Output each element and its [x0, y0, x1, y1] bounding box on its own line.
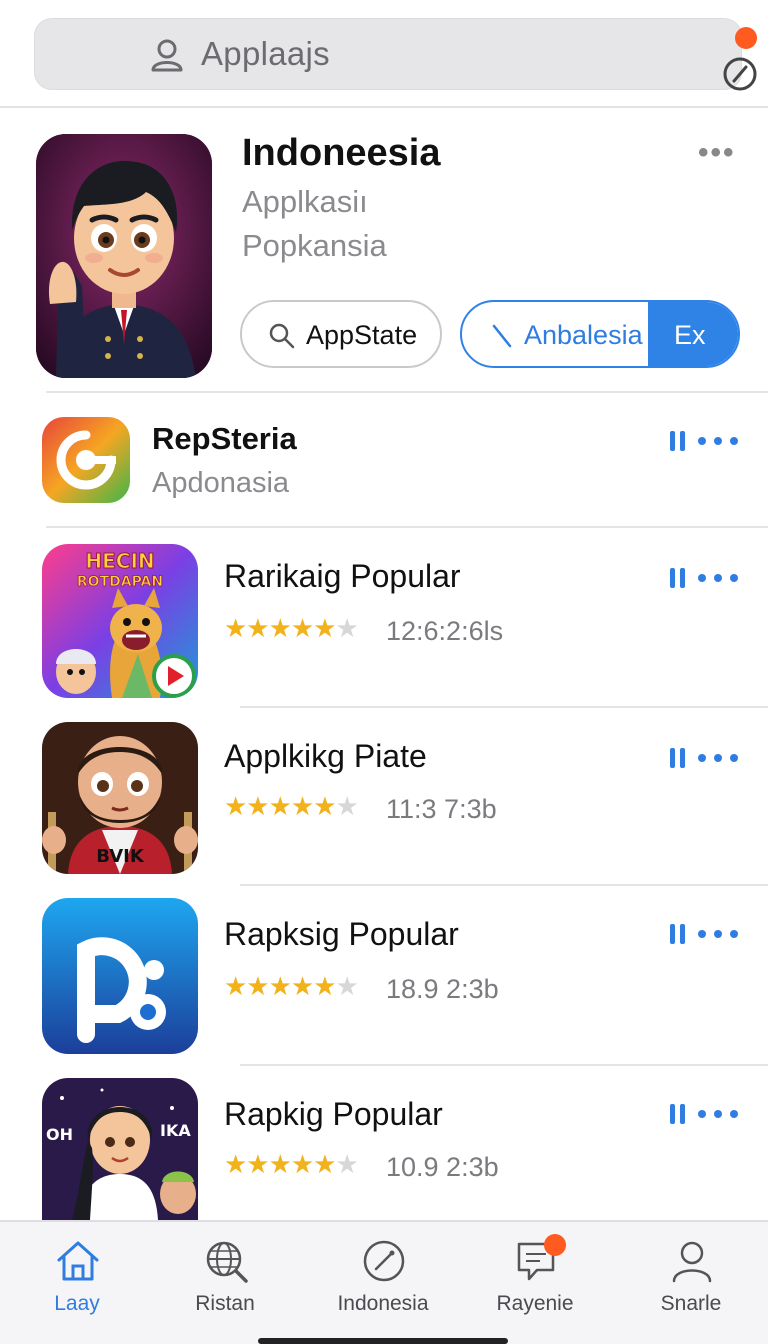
more-options-icon[interactable]: ••• [698, 136, 736, 170]
app-meta: 10.9 2:3b [386, 1152, 499, 1182]
get-button[interactable] [670, 568, 742, 590]
person-icon [151, 39, 183, 72]
star-rating: ★★★★★★ [224, 792, 359, 822]
app-icon: OH IKA [42, 1078, 198, 1220]
star-rating: ★★★★★★ [224, 1150, 359, 1180]
person-icon [672, 1241, 712, 1283]
app-title: Rarikaig Popular [224, 558, 461, 594]
top-bar: Applaajs [0, 0, 768, 108]
anbalesia-button-label: Anbalesia [524, 320, 643, 350]
app-meta: 18.9 2:3b [386, 974, 499, 1004]
home-icon [57, 1241, 99, 1281]
compass-icon[interactable] [721, 53, 761, 93]
poster-text: IKA [160, 1121, 191, 1140]
app-title: RepSteria [152, 421, 297, 456]
app-icon: HECIN ROTDAPAN [42, 544, 198, 698]
app-icon [42, 898, 198, 1054]
featured-app-title: Indoneesia [242, 132, 441, 174]
featured-app-category: Popkansia [242, 228, 387, 263]
shirt-text: BVIK [96, 846, 145, 867]
home-indicator [258, 1338, 508, 1344]
tab-ristan[interactable]: Ristan [150, 1222, 300, 1344]
notification-dot [735, 27, 757, 49]
poster-text: OH [46, 1125, 73, 1144]
tab-indonesia[interactable]: Indonesia [308, 1222, 458, 1344]
globe-search-icon [206, 1241, 248, 1283]
tab-label: Ristan [195, 1292, 255, 1315]
poster-text: ROTDAPAN [77, 574, 163, 590]
get-button[interactable] [670, 431, 742, 453]
appstate-button[interactable]: AppState [240, 300, 442, 368]
featured-app-subtitle: Applkasiı [242, 184, 368, 219]
app-meta: 12:6:2:6ls [386, 616, 504, 646]
tab-bar: Laay Ristan Indonesia Rayenie Snarle [0, 1220, 768, 1344]
featured-app: Indoneesia Applkasiı Popkansia ••• AppSt… [0, 110, 768, 392]
featured-app-icon[interactable] [36, 134, 212, 378]
slash-icon [492, 324, 512, 348]
app-meta: 11:3 7:3b [386, 794, 497, 824]
tab-rayenie[interactable]: Rayenie [460, 1222, 610, 1344]
get-button[interactable] [670, 1104, 742, 1126]
tab-home[interactable]: Laay [2, 1222, 152, 1344]
tab-label: Rayenie [496, 1292, 574, 1315]
get-button[interactable] [670, 924, 742, 946]
app-subtitle: Apdonasia [152, 467, 290, 499]
star-rating: ★★★★★★ [224, 614, 359, 644]
notification-badge [544, 1234, 566, 1256]
poster-text: HECIN [85, 549, 154, 573]
tab-label: Indonesia [337, 1292, 429, 1315]
app-title: Applkikg Piate [224, 738, 427, 774]
list-item[interactable]: OH IKA Rapkig Popular ★★★★★★ 10.9 2:3b [0, 1066, 768, 1220]
tab-snarle[interactable]: Snarle [616, 1222, 766, 1344]
list-item[interactable]: BVIK Applkikg Piate ★★★★★★ 11:3 7:3b [0, 708, 768, 884]
app-icon: BVIK [42, 722, 198, 874]
search-text: Applaajs [201, 35, 330, 72]
app-icon [42, 417, 130, 503]
star-rating: ★★★★★★ [224, 972, 359, 1002]
list-item[interactable]: Rapksig Popular ★★★★★★ 18.9 2:3b [0, 886, 768, 1064]
tab-label: Snarle [660, 1292, 722, 1315]
appstate-button-label: AppState [306, 320, 418, 350]
list-item[interactable]: HECIN ROTDAPAN Rarikaig Popular ★★★★★★ 1… [0, 528, 768, 706]
compass-icon [363, 1240, 405, 1282]
list-item[interactable]: RepSteria Apdonasia [0, 393, 768, 527]
search-icon [269, 323, 295, 349]
search-bar[interactable]: Applaajs [34, 18, 757, 91]
get-button[interactable] [670, 748, 742, 770]
app-title: Rapkig Popular [224, 1096, 443, 1132]
anbalesia-button[interactable]: Anbalesia Ex [460, 300, 740, 368]
ex-tag[interactable]: Ex [648, 302, 738, 366]
app-title: Rapksig Popular [224, 916, 459, 952]
tab-label: Laay [54, 1292, 100, 1315]
